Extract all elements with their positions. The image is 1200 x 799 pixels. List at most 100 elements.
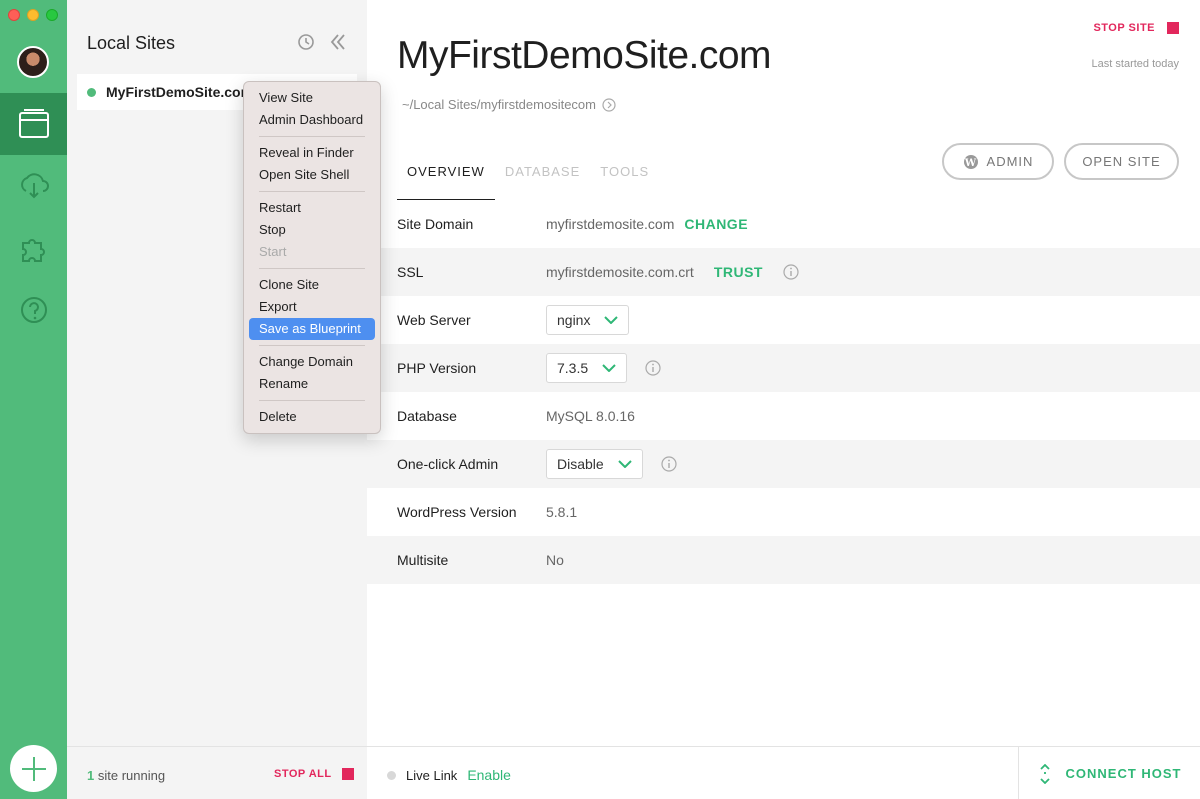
menu-item-view-site[interactable]: View Site bbox=[249, 87, 375, 109]
add-site-button[interactable] bbox=[10, 745, 57, 792]
page-title: MyFirstDemoSite.com bbox=[397, 34, 772, 77]
menu-item-open-site-shell[interactable]: Open Site Shell bbox=[249, 164, 375, 186]
live-link-status-indicator bbox=[387, 770, 396, 780]
tab-tools[interactable]: TOOLS bbox=[590, 164, 659, 202]
info-icon[interactable] bbox=[661, 456, 677, 472]
site-domain-label: Site Domain bbox=[397, 216, 474, 232]
sites-panel-title: Local Sites bbox=[87, 33, 176, 53]
site-detail: STOP SITE Last started today MyFirstDemo… bbox=[367, 0, 1200, 799]
running-text: site running bbox=[97, 768, 166, 783]
menu-separator bbox=[259, 345, 365, 346]
live-link-group: Live Link Enable bbox=[387, 767, 511, 783]
stop-square-icon bbox=[341, 768, 354, 780]
menu-separator bbox=[259, 136, 365, 137]
wp-admin-label: ADMIN bbox=[986, 154, 1034, 169]
site-tabs: OVERVIEW DATABASE TOOLS bbox=[397, 164, 659, 202]
info-icon[interactable] bbox=[645, 360, 661, 376]
rail-local-sites-button[interactable] bbox=[0, 93, 67, 155]
menu-item-delete[interactable]: Delete bbox=[249, 406, 375, 428]
wordpress-version-value: 5.8.1 bbox=[546, 504, 578, 520]
overview-row-site-domain: Site Domain myfirstdemosite.com CHANGE bbox=[367, 200, 1200, 248]
one-click-admin-select[interactable]: Disable bbox=[546, 449, 643, 479]
overview-row-wordpress-version: WordPress Version 5.8.1 bbox=[367, 488, 1200, 536]
info-icon[interactable] bbox=[783, 264, 799, 280]
connect-host-button[interactable]: CONNECT HOST bbox=[1018, 747, 1200, 799]
plus-icon bbox=[21, 756, 46, 781]
rail-help-button[interactable] bbox=[0, 279, 67, 341]
one-click-admin-value-group: Disable bbox=[546, 449, 677, 479]
one-click-admin-label: One-click Admin bbox=[397, 456, 499, 472]
stop-all-label: STOP ALL bbox=[274, 768, 332, 780]
svg-text:W: W bbox=[963, 158, 976, 169]
connect-host-label: CONNECT HOST bbox=[1065, 766, 1182, 781]
ssl-value-group: myfirstdemosite.com.crt TRUST bbox=[546, 264, 799, 280]
stop-square-icon bbox=[1167, 22, 1179, 34]
chevron-right-circle-icon[interactable] bbox=[602, 97, 616, 112]
menu-item-save-as-blueprint[interactable]: Save as Blueprint bbox=[249, 318, 375, 340]
window-controls bbox=[8, 9, 58, 21]
site-context-menu: View Site Admin Dashboard Reveal in Find… bbox=[243, 81, 381, 434]
rail-cloud-button[interactable] bbox=[0, 155, 67, 217]
site-path[interactable]: ~/Local Sites/myfirstdemositecom bbox=[402, 97, 616, 112]
minimize-window-button[interactable] bbox=[27, 9, 39, 21]
live-link-enable-link[interactable]: Enable bbox=[467, 767, 511, 783]
database-value: MySQL 8.0.16 bbox=[546, 408, 635, 424]
menu-item-reveal-in-finder[interactable]: Reveal in Finder bbox=[249, 142, 375, 164]
clock-icon[interactable] bbox=[297, 33, 315, 51]
ssl-value: myfirstdemosite.com.crt bbox=[546, 264, 694, 280]
tab-database[interactable]: DATABASE bbox=[495, 164, 590, 202]
chevron-down-icon bbox=[617, 460, 632, 468]
menu-item-restart[interactable]: Restart bbox=[249, 197, 375, 219]
php-version-value-group: 7.3.5 bbox=[546, 353, 661, 383]
change-domain-link[interactable]: CHANGE bbox=[684, 216, 748, 232]
overview-row-multisite: Multisite No bbox=[367, 536, 1200, 584]
site-list-item-name: MyFirstDemoSite.com bbox=[106, 84, 254, 100]
multisite-label: Multisite bbox=[397, 552, 449, 568]
wordpress-icon: W bbox=[963, 154, 978, 169]
menu-item-stop[interactable]: Stop bbox=[249, 219, 375, 241]
menu-item-admin-dashboard[interactable]: Admin Dashboard bbox=[249, 109, 375, 131]
collapse-double-chevron-icon[interactable] bbox=[329, 33, 347, 51]
php-version-select[interactable]: 7.3.5 bbox=[546, 353, 628, 383]
sites-running-status: 1 site running bbox=[87, 768, 165, 783]
ssl-label: SSL bbox=[397, 264, 424, 280]
user-avatar[interactable] bbox=[17, 46, 49, 78]
app-rail bbox=[0, 0, 67, 799]
menu-item-change-domain[interactable]: Change Domain bbox=[249, 351, 375, 373]
overview-row-database: Database MySQL 8.0.16 bbox=[367, 392, 1200, 440]
web-server-label: Web Server bbox=[397, 312, 471, 328]
chevron-down-icon bbox=[602, 364, 616, 372]
open-site-button[interactable]: OPEN SITE bbox=[1064, 143, 1179, 180]
live-link-label: Live Link bbox=[406, 767, 458, 783]
trust-ssl-link[interactable]: TRUST bbox=[714, 264, 763, 280]
wordpress-version-label: WordPress Version bbox=[397, 504, 517, 520]
menu-item-rename[interactable]: Rename bbox=[249, 373, 375, 395]
cloud-download-icon bbox=[20, 173, 49, 199]
wp-admin-button[interactable]: W ADMIN bbox=[942, 143, 1054, 180]
help-icon bbox=[20, 297, 47, 323]
close-window-button[interactable] bbox=[8, 9, 20, 21]
menu-separator bbox=[259, 191, 365, 192]
site-running-indicator bbox=[87, 87, 96, 97]
stop-site-label: STOP SITE bbox=[1093, 22, 1155, 34]
zoom-window-button[interactable] bbox=[46, 9, 58, 21]
menu-item-export[interactable]: Export bbox=[249, 296, 375, 318]
multisite-value: No bbox=[546, 552, 564, 568]
web-server-select[interactable]: nginx bbox=[546, 305, 630, 335]
stop-site-button[interactable]: STOP SITE bbox=[1093, 22, 1179, 34]
overview-row-web-server: Web Server nginx bbox=[367, 296, 1200, 344]
tab-overview[interactable]: OVERVIEW bbox=[397, 164, 495, 202]
site-domain-value-group: myfirstdemosite.com CHANGE bbox=[546, 216, 748, 232]
overview-row-one-click-admin: One-click Admin Disable bbox=[367, 440, 1200, 488]
last-started-text: Last started today bbox=[1091, 58, 1179, 70]
menu-separator bbox=[259, 268, 365, 269]
menu-item-clone-site[interactable]: Clone Site bbox=[249, 274, 375, 296]
rail-addons-button[interactable] bbox=[0, 217, 67, 279]
sites-panel-footer: 1 site running STOP ALL bbox=[67, 746, 367, 799]
stop-all-button[interactable]: STOP ALL bbox=[274, 768, 354, 780]
browser-window-icon bbox=[18, 109, 49, 138]
php-version-label: PHP Version bbox=[397, 360, 477, 376]
site-path-text: ~/Local Sites/myfirstdemositecom bbox=[402, 97, 596, 112]
running-count: 1 bbox=[87, 768, 95, 783]
menu-separator bbox=[259, 400, 365, 401]
